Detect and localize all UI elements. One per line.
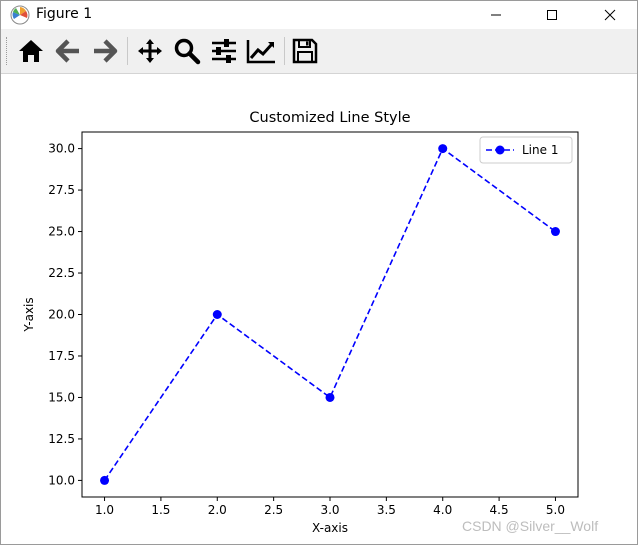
x-tick-label: 4.5 — [490, 503, 509, 517]
x-tick-label: 2.5 — [264, 503, 283, 517]
x-tick-label: 3.0 — [320, 503, 339, 517]
data-point — [325, 392, 335, 402]
legend-label: Line 1 — [522, 143, 558, 157]
legend-marker — [495, 145, 505, 155]
y-tick-label: 10.0 — [48, 473, 75, 487]
y-tick-label: 12.5 — [48, 432, 75, 446]
figure-canvas[interactable]: 1.0 1.5 2.0 2.5 3.0 3.5 4.0 4.5 5.0 10.0 12.5 15.0 1… — [1, 74, 637, 544]
home-button[interactable] — [15, 35, 47, 67]
subplots-button[interactable] — [208, 35, 240, 67]
figure-window: Figure 1 1.0 1.5 2.0 2.5 3.0 3.5 4.0 4.5… — [0, 0, 638, 545]
maximize-button[interactable] — [529, 1, 575, 29]
toolbar-separator — [284, 37, 285, 65]
data-point — [100, 475, 110, 485]
back-button[interactable] — [52, 35, 84, 67]
plot-area — [81, 131, 579, 498]
y-tick-label: 30.0 — [48, 142, 75, 156]
save-icon — [292, 38, 318, 64]
x-tick-label: 1.5 — [151, 503, 170, 517]
chart-title: Customized Line Style — [249, 110, 410, 126]
line-chart: 1.0 1.5 2.0 2.5 3.0 3.5 4.0 4.5 5.0 10.0 12.5 15.0 1… — [22, 110, 579, 535]
x-tick-label: 5.0 — [546, 503, 565, 517]
x-tick-label: 4.0 — [433, 503, 452, 517]
y-tick-label: 25.0 — [48, 225, 75, 239]
y-tick-label: 27.5 — [48, 183, 75, 197]
data-point — [438, 144, 448, 154]
x-axis-label: X-axis — [312, 521, 348, 535]
window-title: Figure 1 — [36, 6, 93, 22]
move-icon — [138, 39, 162, 63]
arrow-right-icon — [94, 39, 118, 63]
customize-button[interactable] — [245, 35, 277, 67]
x-tick-label: 1.0 — [95, 503, 114, 517]
zoom-button[interactable] — [171, 35, 203, 67]
toolbar-separator — [127, 37, 128, 65]
chart-edit-icon — [246, 40, 275, 64]
navigation-toolbar — [1, 29, 637, 74]
y-tick-label: 20.0 — [48, 308, 75, 322]
y-tick-label: 22.5 — [48, 266, 75, 280]
sliders-icon — [212, 39, 236, 63]
zoom-icon — [174, 38, 201, 65]
matplotlib-logo-icon — [10, 5, 30, 25]
close-button[interactable] — [587, 1, 633, 29]
forward-button[interactable] — [89, 35, 121, 67]
data-point — [212, 310, 222, 319]
y-tick-label: 17.5 — [48, 349, 75, 363]
x-tick-label: 3.5 — [377, 503, 396, 517]
x-tick-label: 2.0 — [208, 503, 227, 517]
minimize-icon — [491, 14, 501, 16]
toolbar-grip[interactable] — [6, 37, 8, 65]
close-icon — [604, 9, 616, 21]
arrow-left-icon — [55, 39, 79, 63]
y-axis-label: Y-axis — [22, 297, 36, 332]
y-tick-label: 15.0 — [48, 390, 75, 404]
watermark-text: CSDN @Silver__Wolf — [462, 518, 599, 534]
maximize-icon — [547, 10, 557, 20]
minimize-button[interactable] — [473, 1, 519, 29]
home-icon — [19, 40, 43, 62]
pan-button[interactable] — [134, 35, 166, 67]
title-bar[interactable]: Figure 1 — [1, 1, 637, 29]
data-point — [550, 227, 560, 237]
save-button[interactable] — [289, 35, 321, 67]
